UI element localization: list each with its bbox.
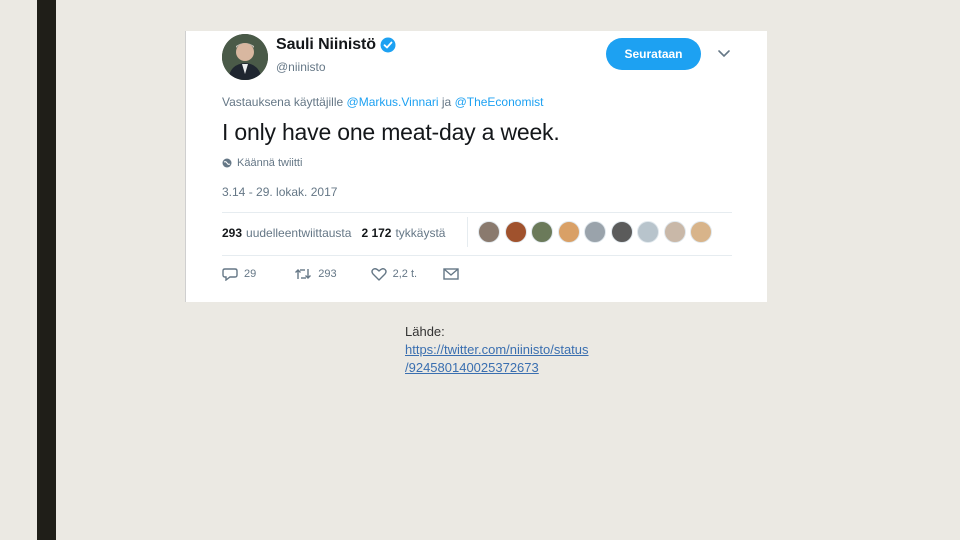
engagement-stats: 293 uudelleentwiittausta 2 172 tykkäystä — [222, 226, 455, 240]
liker-avatar[interactable] — [557, 221, 580, 243]
user-handle[interactable]: @niinisto — [276, 60, 326, 74]
left-decorative-bar — [37, 0, 56, 540]
source-link-line: /924580140025372673 — [405, 360, 539, 375]
translate-label: Käännä twiitti — [237, 157, 303, 169]
direct-message-button[interactable] — [443, 268, 465, 280]
retweets-label[interactable]: uudelleentwiittausta — [246, 226, 351, 240]
liker-avatar[interactable] — [663, 221, 686, 243]
author-name-row: Sauli Niinistö — [276, 36, 396, 54]
liker-avatar[interactable] — [478, 221, 500, 243]
translate-tweet-link[interactable]: Käännä twiitti — [222, 157, 302, 169]
retweet-count: 293 — [318, 268, 337, 280]
source-link[interactable]: https://twitter.com/niinisto/status /924… — [405, 341, 589, 377]
reply-context: Vastauksena käyttäjille @Markus.Vinnari … — [222, 95, 543, 109]
avatar[interactable] — [222, 34, 268, 80]
liker-avatar[interactable] — [504, 221, 527, 243]
liker-avatar[interactable] — [690, 221, 712, 243]
likes-count[interactable]: 2 172 — [361, 226, 391, 240]
reply-count: 29 — [244, 268, 257, 280]
likes-label[interactable]: tykkäystä — [395, 226, 445, 240]
retweet-icon — [295, 269, 312, 279]
globe-icon — [222, 158, 232, 168]
retweets-count[interactable]: 293 — [222, 226, 242, 240]
divider — [222, 212, 732, 213]
like-button[interactable]: 2,2 t. — [370, 267, 418, 281]
liker-avatar[interactable] — [610, 221, 633, 243]
tweet-text: I only have one meat-day a week. — [222, 119, 560, 145]
tweet-actions: 29 293 2,2 t. — [222, 267, 487, 281]
heart-icon — [370, 268, 387, 281]
source-label: Lähde: — [405, 324, 445, 339]
reply-mention-link[interactable]: @TheEconomist — [455, 95, 544, 109]
following-button[interactable]: Seurataan — [606, 38, 701, 70]
divider — [222, 255, 732, 256]
display-name[interactable]: Sauli Niinistö — [276, 36, 376, 54]
liker-avatar[interactable] — [531, 221, 553, 243]
liker-avatar[interactable] — [584, 221, 606, 243]
liker-avatars — [478, 221, 717, 243]
stats-separator — [467, 217, 468, 247]
liker-avatar[interactable] — [637, 221, 659, 243]
tweet-timestamp[interactable]: 3.14 - 29. lokak. 2017 — [222, 185, 337, 199]
chevron-down-icon[interactable] — [717, 49, 731, 59]
source-link-line: https://twitter.com/niinisto/status — [405, 342, 589, 357]
reply-prefix: Vastauksena käyttäjille — [222, 95, 344, 109]
verified-badge-icon — [380, 37, 396, 53]
reply-button[interactable]: 29 — [222, 267, 256, 281]
source-citation: Lähde: https://twitter.com/niinisto/stat… — [405, 323, 589, 377]
envelope-icon — [443, 268, 459, 280]
reply-icon — [222, 268, 238, 281]
like-count: 2,2 t. — [392, 268, 418, 280]
reply-mention-link[interactable]: @Markus.Vinnari — [347, 95, 439, 109]
reply-joiner: ja — [441, 95, 452, 109]
tweet-screenshot: Sauli Niinistö @niinisto Seurataan Vasta… — [185, 31, 767, 302]
retweet-button[interactable]: 293 — [294, 267, 337, 281]
